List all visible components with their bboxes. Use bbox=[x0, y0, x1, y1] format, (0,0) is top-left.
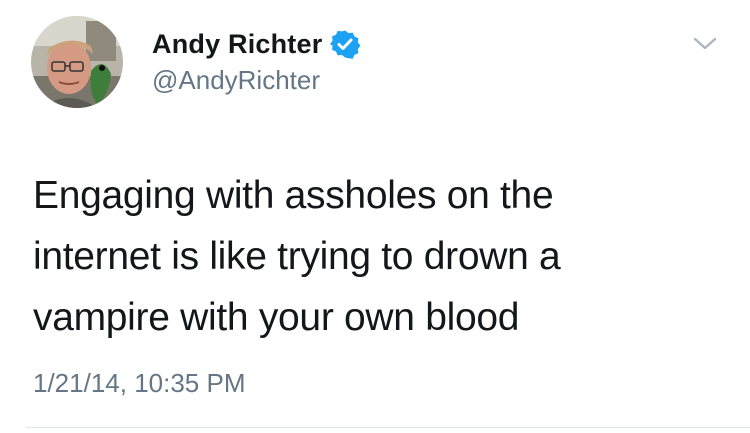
divider bbox=[26, 427, 750, 428]
tweet-text: Engaging with assholes on the internet i… bbox=[33, 165, 633, 348]
tweet-text-line: internet is like trying to drown a bbox=[33, 235, 561, 278]
author-name[interactable]: Andy Richter bbox=[152, 29, 322, 60]
tweet-card: Andy Richter @AndyRichter Engaging with … bbox=[0, 0, 750, 433]
author-name-row[interactable]: Andy Richter bbox=[152, 27, 361, 61]
avatar[interactable] bbox=[31, 16, 123, 108]
avatar-photo bbox=[31, 16, 123, 108]
author-handle[interactable]: @AndyRichter bbox=[152, 65, 320, 96]
tweet-text-line: Engaging with assholes on the bbox=[33, 174, 554, 217]
tweet-text-line: vampire with your own blood bbox=[33, 296, 520, 339]
chevron-down-icon[interactable] bbox=[690, 33, 720, 55]
verified-badge-icon bbox=[330, 30, 361, 59]
tweet-timestamp[interactable]: 1/21/14, 10:35 PM bbox=[33, 368, 245, 399]
